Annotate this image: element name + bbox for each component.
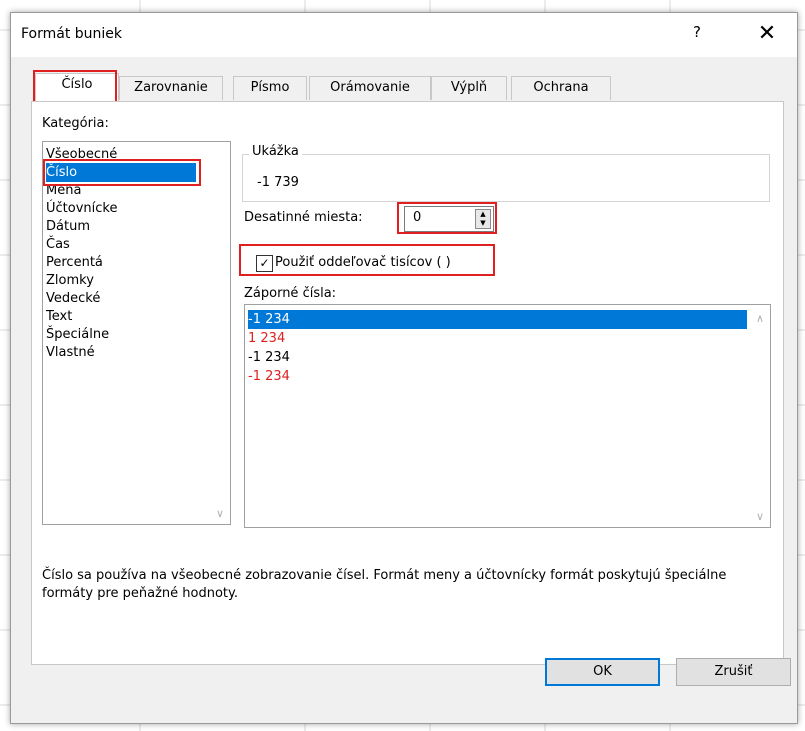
help-button[interactable]: ? [685,23,709,47]
tab-alignment[interactable]: Zarovnanie [119,76,223,100]
tab-protection[interactable]: Ochrana [511,76,611,100]
ok-button[interactable]: OK [545,658,660,686]
tab-fill-label: Výplň [450,80,488,95]
close-button[interactable]: ✕ [753,21,781,49]
negative-item[interactable]: 1 234 [248,329,747,348]
tab-fill[interactable]: Výplň [431,76,507,100]
negative-item[interactable]: -1 234 [248,367,747,386]
category-item[interactable]: Percentá [46,253,196,272]
negative-numbers-label: Záporné čísla: [244,286,337,301]
category-item[interactable]: Zlomky [46,271,196,290]
tab-font-label: Písmo [250,80,290,95]
tab-border-label: Orámovanie [330,80,410,95]
sample-value: -1 739 [257,175,299,190]
category-item[interactable]: Vedecké [46,289,196,308]
category-item[interactable]: Účtovnícke [46,199,196,218]
highlight-thousands-separator [239,244,495,276]
category-item[interactable]: Špeciálne [46,325,196,344]
category-item[interactable]: Text [46,307,196,326]
negative-item-selected[interactable]: -1 234 [248,310,747,329]
category-label: Kategória: [42,116,109,131]
highlight-category-selected [43,159,201,186]
tab-font[interactable]: Písmo [233,76,307,100]
category-item[interactable]: Vlastné [46,343,196,362]
sample-groupbox [242,154,770,202]
negative-numbers-listbox[interactable]: -1 234 1 234 -1 234 -1 234 ∧ ∨ [244,304,771,528]
category-item[interactable]: Čas [46,235,196,254]
highlight-tab-number [33,70,117,103]
decimal-places-label: Desatinné miesta: [244,210,363,225]
chevron-up-icon[interactable]: ∧ [752,311,768,327]
category-item[interactable]: Dátum [46,217,196,236]
cancel-button[interactable]: Zrušiť [676,658,791,686]
chevron-down-icon[interactable]: ∨ [752,509,768,525]
chevron-down-icon[interactable]: ∨ [212,506,228,522]
dialog-title: Formát buniek [21,26,123,42]
sample-label: Ukážka [249,144,302,159]
tab-border[interactable]: Orámovanie [309,76,431,100]
title-bar: Formát buniek ? ✕ [11,13,797,57]
category-listbox[interactable]: Všeobecné Číslo Mena Účtovnícke Dátum Ča… [42,141,231,525]
tab-alignment-label: Zarovnanie [134,80,208,95]
tab-protection-label: Ochrana [533,80,589,95]
format-cells-dialog: Formát buniek ? ✕ Číslo Zarovnanie Písmo… [10,12,798,724]
format-description: Číslo sa používa na všeobecné zobrazovan… [42,568,727,601]
negative-item[interactable]: -1 234 [248,348,747,367]
highlight-decimal-places [397,202,497,234]
